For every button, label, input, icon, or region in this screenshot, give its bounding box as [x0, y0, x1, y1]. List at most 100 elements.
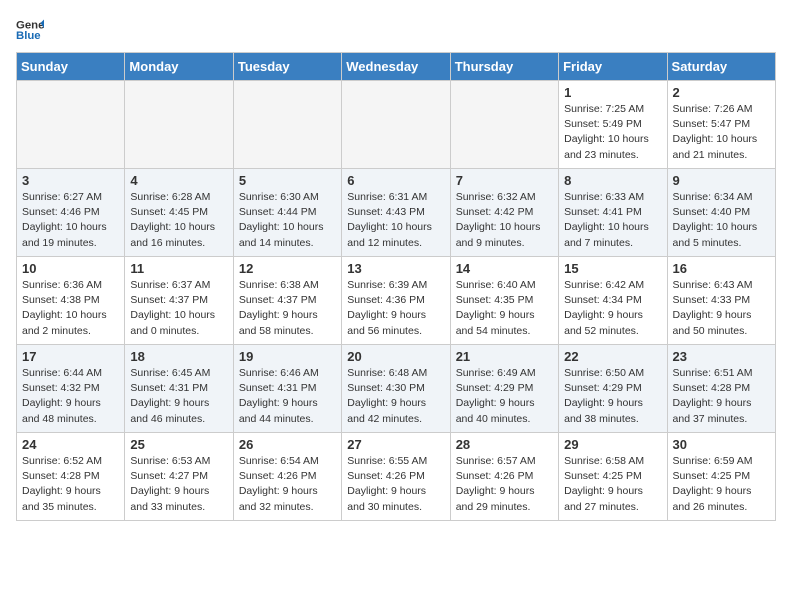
day-number: 13 — [347, 261, 444, 276]
calendar-cell: 4 Sunrise: 6:28 AM Sunset: 4:45 PM Daylig… — [125, 169, 233, 257]
day-number: 7 — [456, 173, 553, 188]
day-info: Sunrise: 6:30 AM Sunset: 4:44 PM Dayligh… — [239, 190, 336, 251]
day-number: 14 — [456, 261, 553, 276]
day-info: Sunrise: 7:25 AM Sunset: 5:49 PM Dayligh… — [564, 102, 661, 163]
day-number: 20 — [347, 349, 444, 364]
calendar-cell: 14 Sunrise: 6:40 AM Sunset: 4:35 PM Dayli… — [450, 257, 558, 345]
calendar-cell: 8 Sunrise: 6:33 AM Sunset: 4:41 PM Daylig… — [559, 169, 667, 257]
day-info: Sunrise: 6:34 AM Sunset: 4:40 PM Dayligh… — [673, 190, 770, 251]
day-number: 21 — [456, 349, 553, 364]
calendar-cell — [125, 81, 233, 169]
day-number: 15 — [564, 261, 661, 276]
day-info: Sunrise: 6:37 AM Sunset: 4:37 PM Dayligh… — [130, 278, 227, 339]
day-info: Sunrise: 6:49 AM Sunset: 4:29 PM Dayligh… — [456, 366, 553, 427]
day-number: 5 — [239, 173, 336, 188]
day-number: 4 — [130, 173, 227, 188]
calendar-cell: 29 Sunrise: 6:58 AM Sunset: 4:25 PM Dayli… — [559, 433, 667, 521]
day-info: Sunrise: 6:28 AM Sunset: 4:45 PM Dayligh… — [130, 190, 227, 251]
calendar-cell: 3 Sunrise: 6:27 AM Sunset: 4:46 PM Daylig… — [17, 169, 125, 257]
day-info: Sunrise: 6:40 AM Sunset: 4:35 PM Dayligh… — [456, 278, 553, 339]
day-info: Sunrise: 6:43 AM Sunset: 4:33 PM Dayligh… — [673, 278, 770, 339]
day-header-thursday: Thursday — [450, 53, 558, 81]
day-number: 23 — [673, 349, 770, 364]
day-header-friday: Friday — [559, 53, 667, 81]
calendar-cell — [17, 81, 125, 169]
day-info: Sunrise: 6:59 AM Sunset: 4:25 PM Dayligh… — [673, 454, 770, 515]
day-info: Sunrise: 6:50 AM Sunset: 4:29 PM Dayligh… — [564, 366, 661, 427]
day-number: 27 — [347, 437, 444, 452]
calendar-cell: 7Sunrise: 6:32 AM Sunset: 4:42 PM Daylig… — [450, 169, 558, 257]
day-number: 17 — [22, 349, 119, 364]
day-number: 9 — [673, 173, 770, 188]
header: General Blue — [16, 16, 776, 44]
day-info: Sunrise: 6:36 AM Sunset: 4:38 PM Dayligh… — [22, 278, 119, 339]
day-number: 24 — [22, 437, 119, 452]
calendar-cell: 13 Sunrise: 6:39 AM Sunset: 4:36 PM Dayli… — [342, 257, 450, 345]
calendar-cell: 22 Sunrise: 6:50 AM Sunset: 4:29 PM Dayli… — [559, 345, 667, 433]
day-info: Sunrise: 6:58 AM Sunset: 4:25 PM Dayligh… — [564, 454, 661, 515]
calendar-cell: 12 Sunrise: 6:38 AM Sunset: 4:37 PM Dayli… — [233, 257, 341, 345]
day-info: Sunrise: 6:38 AM Sunset: 4:37 PM Dayligh… — [239, 278, 336, 339]
day-number: 12 — [239, 261, 336, 276]
logo-icon: General Blue — [16, 16, 44, 44]
calendar-cell: 30 Sunrise: 6:59 AM Sunset: 4:25 PM Dayli… — [667, 433, 775, 521]
day-info: Sunrise: 7:26 AM Sunset: 5:47 PM Dayligh… — [673, 102, 770, 163]
calendar-cell: 5 Sunrise: 6:30 AM Sunset: 4:44 PM Daylig… — [233, 169, 341, 257]
calendar-cell: 11 Sunrise: 6:37 AM Sunset: 4:37 PM Dayli… — [125, 257, 233, 345]
day-number: 6 — [347, 173, 444, 188]
logo: General Blue — [16, 16, 44, 44]
day-number: 1 — [564, 85, 661, 100]
day-info: Sunrise: 6:39 AM Sunset: 4:36 PM Dayligh… — [347, 278, 444, 339]
calendar-cell: 26Sunrise: 6:54 AM Sunset: 4:26 PM Dayli… — [233, 433, 341, 521]
day-number: 30 — [673, 437, 770, 452]
calendar-table: SundayMondayTuesdayWednesdayThursdayFrid… — [16, 52, 776, 521]
day-info: Sunrise: 6:27 AM Sunset: 4:46 PM Dayligh… — [22, 190, 119, 251]
day-number: 22 — [564, 349, 661, 364]
calendar-cell: 19Sunrise: 6:46 AM Sunset: 4:31 PM Dayli… — [233, 345, 341, 433]
day-info: Sunrise: 6:48 AM Sunset: 4:30 PM Dayligh… — [347, 366, 444, 427]
day-number: 28 — [456, 437, 553, 452]
day-info: Sunrise: 6:42 AM Sunset: 4:34 PM Dayligh… — [564, 278, 661, 339]
day-header-tuesday: Tuesday — [233, 53, 341, 81]
day-number: 29 — [564, 437, 661, 452]
day-info: Sunrise: 6:53 AM Sunset: 4:27 PM Dayligh… — [130, 454, 227, 515]
calendar-cell: 25Sunrise: 6:53 AM Sunset: 4:27 PM Dayli… — [125, 433, 233, 521]
day-info: Sunrise: 6:33 AM Sunset: 4:41 PM Dayligh… — [564, 190, 661, 251]
day-number: 8 — [564, 173, 661, 188]
calendar-cell: 10 Sunrise: 6:36 AM Sunset: 4:38 PM Dayli… — [17, 257, 125, 345]
day-info: Sunrise: 6:57 AM Sunset: 4:26 PM Dayligh… — [456, 454, 553, 515]
calendar-cell: 6 Sunrise: 6:31 AM Sunset: 4:43 PM Daylig… — [342, 169, 450, 257]
day-info: Sunrise: 6:45 AM Sunset: 4:31 PM Dayligh… — [130, 366, 227, 427]
calendar-cell: 20 Sunrise: 6:48 AM Sunset: 4:30 PM Dayli… — [342, 345, 450, 433]
day-number: 3 — [22, 173, 119, 188]
calendar-cell — [233, 81, 341, 169]
calendar-header-row: SundayMondayTuesdayWednesdayThursdayFrid… — [17, 53, 776, 81]
svg-text:Blue: Blue — [16, 30, 41, 42]
day-header-wednesday: Wednesday — [342, 53, 450, 81]
calendar-cell: 18 Sunrise: 6:45 AM Sunset: 4:31 PM Dayli… — [125, 345, 233, 433]
calendar-cell: 23Sunrise: 6:51 AM Sunset: 4:28 PM Dayli… — [667, 345, 775, 433]
calendar-week-1: 1 Sunrise: 7:25 AM Sunset: 5:49 PM Daylig… — [17, 81, 776, 169]
calendar-cell: 24 Sunrise: 6:52 AM Sunset: 4:28 PM Dayli… — [17, 433, 125, 521]
day-info: Sunrise: 6:46 AM Sunset: 4:31 PM Dayligh… — [239, 366, 336, 427]
calendar-cell: 2 Sunrise: 7:26 AM Sunset: 5:47 PM Daylig… — [667, 81, 775, 169]
calendar-cell: 28 Sunrise: 6:57 AM Sunset: 4:26 PM Dayli… — [450, 433, 558, 521]
calendar-cell: 27 Sunrise: 6:55 AM Sunset: 4:26 PM Dayli… — [342, 433, 450, 521]
day-info: Sunrise: 6:52 AM Sunset: 4:28 PM Dayligh… — [22, 454, 119, 515]
calendar-cell: 15 Sunrise: 6:42 AM Sunset: 4:34 PM Dayli… — [559, 257, 667, 345]
calendar-cell — [450, 81, 558, 169]
calendar-cell: 9 Sunrise: 6:34 AM Sunset: 4:40 PM Daylig… — [667, 169, 775, 257]
day-info: Sunrise: 6:55 AM Sunset: 4:26 PM Dayligh… — [347, 454, 444, 515]
day-number: 16 — [673, 261, 770, 276]
day-info: Sunrise: 6:54 AM Sunset: 4:26 PM Dayligh… — [239, 454, 336, 515]
day-info: Sunrise: 6:31 AM Sunset: 4:43 PM Dayligh… — [347, 190, 444, 251]
calendar-cell: 17Sunrise: 6:44 AM Sunset: 4:32 PM Dayli… — [17, 345, 125, 433]
calendar-cell: 1 Sunrise: 7:25 AM Sunset: 5:49 PM Daylig… — [559, 81, 667, 169]
day-number: 2 — [673, 85, 770, 100]
day-number: 10 — [22, 261, 119, 276]
day-number: 11 — [130, 261, 227, 276]
day-number: 18 — [130, 349, 227, 364]
day-header-monday: Monday — [125, 53, 233, 81]
calendar-cell — [342, 81, 450, 169]
calendar-cell: 21 Sunrise: 6:49 AM Sunset: 4:29 PM Dayli… — [450, 345, 558, 433]
